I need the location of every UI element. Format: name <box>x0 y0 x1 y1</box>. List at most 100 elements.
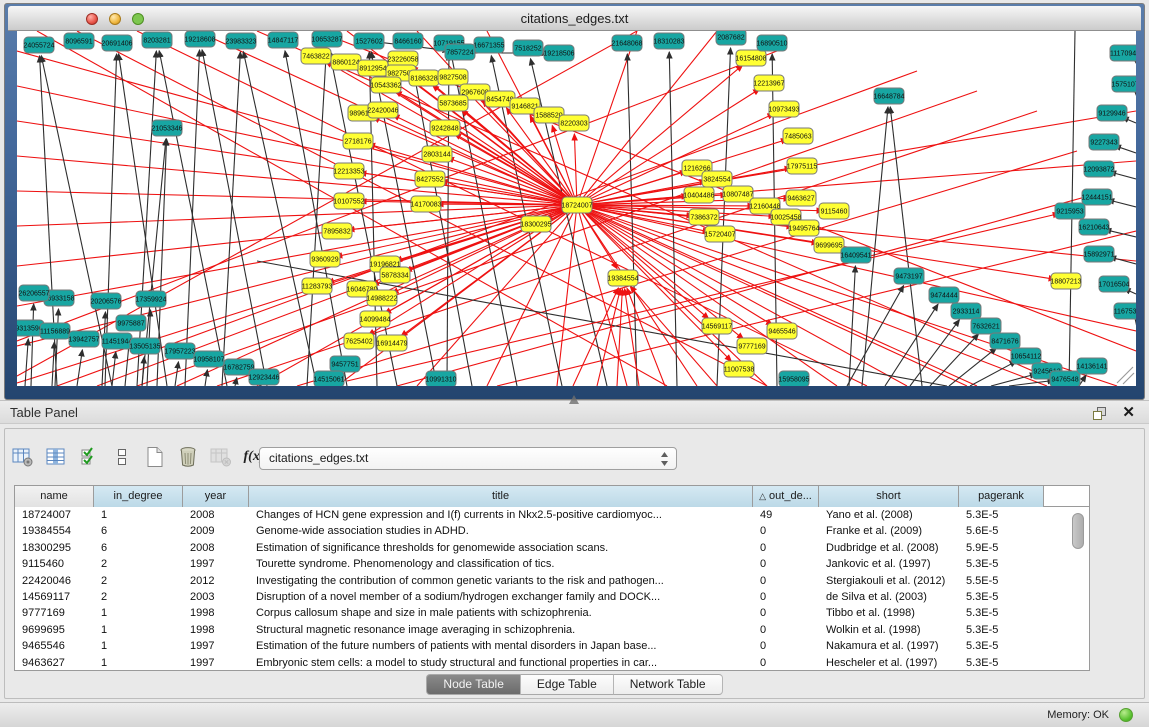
graph-node[interactable]: 9463627 <box>786 190 816 206</box>
graph-node[interactable]: 16671355 <box>473 37 504 53</box>
graph-node[interactable]: 10543362 <box>370 77 401 93</box>
select-all-icon[interactable] <box>76 444 102 470</box>
graph-node[interactable]: 21053346 <box>151 120 182 136</box>
graph-node[interactable]: 7895832 <box>322 223 352 239</box>
graph-node[interactable]: 10973493 <box>768 101 799 117</box>
table-row[interactable]: 1872400712008Changes of HCN gene express… <box>15 507 1089 523</box>
tab-node-table[interactable]: Node Table <box>426 674 521 695</box>
column-header-title[interactable]: title <box>249 486 753 507</box>
graph-node[interactable]: 10991310 <box>425 371 456 386</box>
graph-node[interactable]: 2087682 <box>716 31 746 45</box>
table-row[interactable]: 911546021997Tourette syndrome. Phenomeno… <box>15 556 1089 572</box>
show-columns-icon[interactable] <box>43 444 69 470</box>
graph-node[interactable]: 11007538 <box>724 361 755 377</box>
graph-node[interactable]: 16914479 <box>376 335 407 351</box>
table-row[interactable]: 1456911722003Disruption of a novel membe… <box>15 589 1089 605</box>
graph-node[interactable]: 18807213 <box>1050 273 1081 289</box>
network-canvas[interactable]: 1872400774638228860124891295423226058982… <box>17 31 1136 386</box>
graph-node[interactable]: 7518252 <box>513 40 543 56</box>
graph-node[interactable]: 18310283 <box>653 33 684 49</box>
graph-node[interactable]: 9827508 <box>438 69 468 85</box>
graph-node[interactable]: 2718176 <box>343 133 373 149</box>
graph-node[interactable]: 19495764 <box>788 220 819 236</box>
column-header-year[interactable]: year <box>183 486 249 507</box>
graph-node[interactable]: 20691406 <box>101 35 132 51</box>
graph-node[interactable]: 8471676 <box>990 333 1020 349</box>
graph-node[interactable]: 15720407 <box>704 226 735 242</box>
graph-node[interactable]: 9242848 <box>430 120 460 136</box>
graph-node[interactable]: 9476548 <box>1050 371 1080 386</box>
graph-node[interactable]: 10404486 <box>683 187 714 203</box>
tab-network-table[interactable]: Network Table <box>614 674 723 695</box>
graph-node[interactable]: 16648784 <box>873 88 904 104</box>
column-header-short[interactable]: short <box>819 486 959 507</box>
close-panel-icon[interactable]: ✕ <box>1122 403 1135 421</box>
graph-node[interactable]: 12213353 <box>333 163 364 179</box>
table-selector[interactable]: citations_edges.txt <box>259 447 677 470</box>
graph-node[interactable]: 16890510 <box>756 35 787 51</box>
graph-node[interactable]: 11170948 <box>1110 45 1136 61</box>
table-row[interactable]: 1830029562008Estimation of significance … <box>15 540 1089 556</box>
graph-node[interactable]: 14988222 <box>366 290 397 306</box>
graph-node[interactable]: 7386372 <box>689 209 719 225</box>
graph-node[interactable]: 9129946 <box>1097 105 1127 121</box>
graph-node[interactable]: 9699695 <box>814 237 844 253</box>
graph-node[interactable]: 11283793 <box>302 278 333 294</box>
table-scrollbar[interactable] <box>1071 511 1086 669</box>
graph-node[interactable]: 16409541 <box>840 247 871 263</box>
graph-node[interactable]: 19218506 <box>543 45 574 61</box>
graph-node[interactable]: 7485063 <box>783 128 813 144</box>
graph-node[interactable]: 9457751 <box>330 356 360 372</box>
table-row[interactable]: 977716911998Corpus callosum shape and si… <box>15 605 1089 621</box>
graph-node[interactable]: 9465546 <box>767 323 797 339</box>
graph-node[interactable]: 13942757 <box>68 331 99 347</box>
graph-node[interactable]: 12093872 <box>1083 161 1114 177</box>
graph-node[interactable]: 9975887 <box>116 315 146 331</box>
graph-node[interactable]: 8096591 <box>64 33 94 49</box>
graph-node[interactable]: 9227343 <box>1089 134 1119 150</box>
graph-node[interactable]: 9474444 <box>929 287 959 303</box>
column-header-in_degree[interactable]: in_degree <box>94 486 183 507</box>
graph-node[interactable]: 12213967 <box>753 75 784 91</box>
graph-node[interactable]: 16154808 <box>735 50 766 66</box>
graph-node[interactable]: 22420046 <box>367 102 398 118</box>
graph-node[interactable]: 15751074 <box>1111 76 1136 92</box>
graph-node[interactable]: 10653287 <box>311 31 342 47</box>
table-row[interactable]: 969969511998Structural magnetic resonanc… <box>15 622 1089 638</box>
graph-node[interactable]: 9777169 <box>737 338 767 354</box>
graph-node[interactable]: 8203281 <box>142 32 172 48</box>
column-header-pagerank[interactable]: pagerank <box>959 486 1044 507</box>
graph-node[interactable]: 14569117 <box>702 318 733 334</box>
graph-node[interactable]: 9473197 <box>894 268 924 284</box>
column-header-name[interactable]: name <box>15 486 94 507</box>
graph-node[interactable]: 7625402 <box>344 333 374 349</box>
graph-node[interactable]: 24055724 <box>23 37 54 53</box>
graph-node[interactable]: 2803144 <box>422 146 452 162</box>
graph-node[interactable]: 10107552 <box>333 193 364 209</box>
graph-node[interactable]: 19218608 <box>184 31 215 47</box>
graph-node[interactable]: 16210643 <box>1078 219 1109 235</box>
graph-node[interactable]: 14136141 <box>1076 358 1107 374</box>
graph-node[interactable]: 21648068 <box>611 35 642 51</box>
table-row[interactable]: 946362711997Embryonic stem cells: a mode… <box>15 655 1089 671</box>
network-graph[interactable]: 1872400774638228860124891295423226058982… <box>17 31 1136 386</box>
graph-node[interactable]: 8186328 <box>409 70 439 86</box>
graph-node[interactable]: 10807487 <box>722 186 753 202</box>
graph-node[interactable]: 11451944 <box>102 333 133 349</box>
graph-node[interactable]: 5878334 <box>380 267 410 283</box>
table-mode-icon[interactable] <box>10 444 36 470</box>
clear-selection-icon[interactable] <box>109 444 135 470</box>
graph-node[interactable]: 8466160 <box>393 33 423 49</box>
graph-node[interactable]: 3824554 <box>702 171 732 187</box>
network-window-titlebar[interactable]: citations_edges.txt <box>8 6 1141 31</box>
float-window-icon[interactable] <box>1092 406 1107 421</box>
table-row[interactable]: 946554611997Estimation of the future num… <box>15 638 1089 654</box>
graph-node[interactable]: 5873685 <box>438 95 468 111</box>
graph-node[interactable]: 18724007 <box>561 197 592 213</box>
table-scrollbar-thumb[interactable] <box>1072 513 1084 549</box>
graph-node[interactable]: 13505135 <box>129 338 160 354</box>
graph-node[interactable]: 10654112 <box>1011 348 1042 364</box>
table-row[interactable]: 1938455462009Genome-wide association stu… <box>15 523 1089 539</box>
graph-node[interactable]: 17975115 <box>787 158 818 174</box>
graph-node[interactable]: 9115460 <box>819 203 849 219</box>
